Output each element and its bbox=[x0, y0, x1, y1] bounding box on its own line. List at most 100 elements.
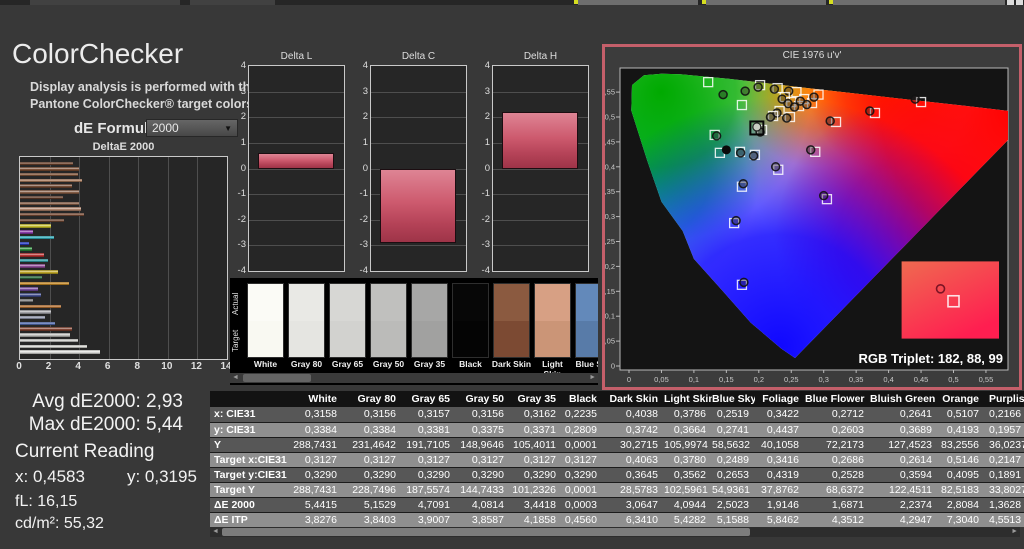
table-cell: 0,3422 bbox=[755, 407, 805, 422]
table-cell: 83,2556 bbox=[938, 437, 985, 452]
column-header: White bbox=[290, 391, 343, 407]
swatch-label: Blue Sky bbox=[573, 359, 598, 369]
de2000-bar bbox=[20, 350, 100, 354]
table-cell: 4,7091 bbox=[402, 497, 456, 512]
scroll-left-icon[interactable]: ◄ bbox=[232, 373, 239, 383]
table-cell: 7,3040 bbox=[938, 512, 985, 527]
swatch-blue-sky bbox=[575, 283, 598, 358]
measured-circle-marker bbox=[750, 152, 758, 160]
measured-circle-marker bbox=[770, 85, 778, 93]
chart-plot bbox=[492, 65, 589, 272]
axis-tick-label: 0,35 bbox=[605, 187, 615, 196]
column-header: Blue Sky bbox=[712, 391, 755, 407]
table-cell: 0,3562 bbox=[664, 467, 712, 482]
table-cell: 4,5513 bbox=[985, 512, 1024, 527]
chart-title: Delta H bbox=[492, 51, 589, 62]
de2000-bar bbox=[20, 224, 51, 228]
swatch-actual bbox=[535, 284, 570, 321]
axis-tick-label: 2 bbox=[42, 361, 56, 372]
column-header: Gray 65 bbox=[402, 391, 456, 407]
table-cell: 0,3371 bbox=[510, 422, 562, 437]
tab[interactable] bbox=[833, 0, 1005, 5]
axis-tick-label: 10 bbox=[160, 361, 174, 372]
measured-circle-marker bbox=[754, 83, 762, 91]
de2000-bar bbox=[20, 276, 42, 280]
scroll-left-icon[interactable]: ◄ bbox=[212, 527, 219, 537]
table-cell: 4,0944 bbox=[664, 497, 712, 512]
swatch-scrollbar-thumb[interactable] bbox=[243, 374, 311, 382]
swatch-target bbox=[576, 321, 598, 358]
de-formula-value: 2000 bbox=[152, 121, 179, 135]
scroll-right-icon[interactable]: ► bbox=[1011, 527, 1018, 537]
table-cell: 231,4642 bbox=[343, 437, 402, 452]
calman-colorchecker-screen: ColorChecker Display analysis is perform… bbox=[0, 0, 1024, 549]
table-cell: 0,2603 bbox=[805, 422, 870, 437]
measured-circle-marker bbox=[803, 101, 811, 109]
table-row: Target Y288,7431228,7496187,5574144,7433… bbox=[210, 482, 1024, 497]
gridline bbox=[249, 92, 344, 93]
table-scrollbar[interactable]: ◄ ► bbox=[210, 527, 1020, 537]
swatch-label: Gray 50 bbox=[368, 359, 409, 369]
tab[interactable] bbox=[578, 0, 698, 5]
swatch-scrollbar[interactable]: ◄ ► bbox=[230, 373, 598, 383]
swatch-target bbox=[330, 321, 365, 358]
measured-circle-marker bbox=[826, 117, 834, 125]
tab[interactable] bbox=[706, 0, 826, 5]
swatch-target bbox=[453, 321, 488, 358]
gridline bbox=[371, 143, 466, 144]
table-scrollbar-thumb[interactable] bbox=[222, 528, 750, 536]
gridline bbox=[249, 194, 344, 195]
measured-circle-marker bbox=[807, 146, 815, 154]
window-button[interactable] bbox=[1016, 0, 1023, 5]
table-cell: 0,2147 bbox=[985, 452, 1024, 467]
current-xy-readout: x: 0,4583y: 0,3195 bbox=[15, 467, 197, 487]
row-label: Y bbox=[210, 437, 290, 452]
table-cell: 0,3127 bbox=[343, 452, 402, 467]
gridline bbox=[249, 169, 344, 170]
measured-circle-marker bbox=[772, 163, 780, 171]
measured-circle-marker bbox=[820, 192, 828, 200]
table-cell: 3,0647 bbox=[603, 497, 664, 512]
scroll-right-icon[interactable]: ► bbox=[589, 373, 596, 383]
axis-tick-label: 1 bbox=[478, 137, 490, 148]
swatch-gray-80 bbox=[288, 283, 325, 358]
swatch-actual bbox=[576, 284, 598, 321]
de-formula-select[interactable]: 2000 ▼ bbox=[146, 119, 238, 137]
column-header: Light Skin bbox=[664, 391, 712, 407]
table-cell: 0,4437 bbox=[755, 422, 805, 437]
table-cell: 0,3290 bbox=[510, 467, 562, 482]
table-cell: 0,2235 bbox=[562, 407, 603, 422]
table-cell: 2,5023 bbox=[712, 497, 755, 512]
measured-circle-marker bbox=[866, 107, 874, 115]
de2000-bar bbox=[20, 327, 72, 331]
swatch-actual bbox=[371, 284, 406, 321]
current-reading-heading: Current Reading bbox=[15, 441, 154, 463]
table-cell: 102,5961 bbox=[664, 482, 712, 497]
table-cell: 54,9361 bbox=[712, 482, 755, 497]
tab[interactable] bbox=[190, 0, 275, 5]
de2000-bar bbox=[20, 333, 70, 337]
tab[interactable] bbox=[30, 0, 180, 5]
window-button[interactable] bbox=[1007, 0, 1014, 5]
table-cell: 37,8762 bbox=[755, 482, 805, 497]
column-header: Purplish Blue bbox=[985, 391, 1024, 407]
row-label: ΔE ITP bbox=[210, 512, 290, 527]
column-header: Black bbox=[562, 391, 603, 407]
table-row: Y288,7431231,4642191,7105148,9646105,401… bbox=[210, 437, 1024, 452]
column-header: Gray 35 bbox=[510, 391, 562, 407]
table-row: Target x:CIE310,31270,31270,31270,31270,… bbox=[210, 452, 1024, 467]
table-cell: 28,5783 bbox=[603, 482, 664, 497]
table-cell: 0,3290 bbox=[402, 467, 456, 482]
table-cell: 0,3780 bbox=[664, 452, 712, 467]
axis-tick-label: 0,45 bbox=[914, 375, 929, 384]
chart-title: Delta L bbox=[248, 51, 345, 62]
delta-bar bbox=[258, 153, 334, 168]
swatch-target bbox=[412, 321, 447, 358]
axis-tick-label: 8 bbox=[130, 361, 144, 372]
table-cell: 82,5183 bbox=[938, 482, 985, 497]
gridline bbox=[371, 117, 466, 118]
table-cell: 0,3162 bbox=[510, 407, 562, 422]
delta-c-chart: Delta C43210-1-2-3-4 bbox=[356, 51, 469, 275]
axis-tick-label: 0,15 bbox=[719, 375, 734, 384]
axis-tick-label: 0,45 bbox=[605, 137, 615, 146]
